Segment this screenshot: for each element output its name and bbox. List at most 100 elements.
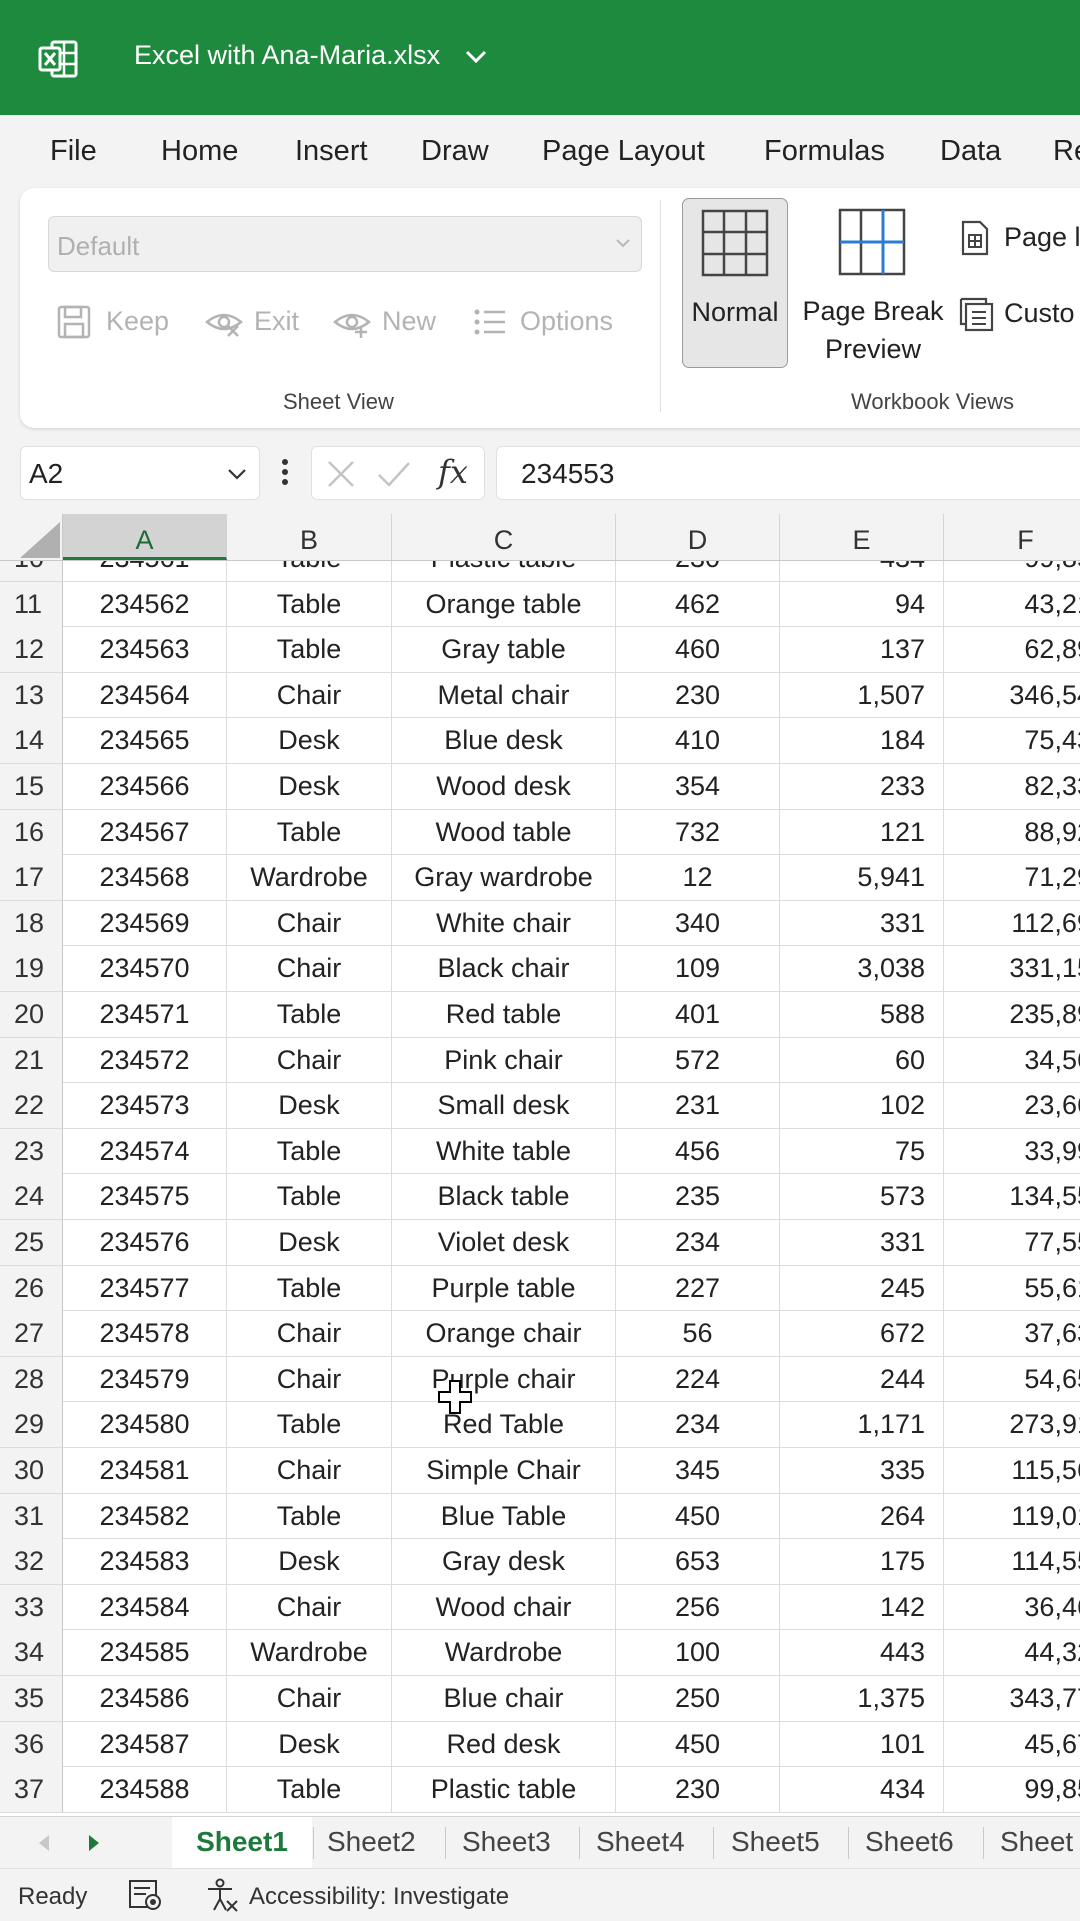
cell-d[interactable]: 235 (616, 1174, 780, 1220)
cell-d[interactable]: 109 (616, 946, 780, 992)
row-number[interactable]: 11 (0, 581, 63, 627)
cell-e[interactable]: 233 (780, 764, 944, 809)
cell-d[interactable]: 100 (616, 1630, 780, 1676)
cell-b[interactable]: Chair (227, 900, 392, 946)
cell-d[interactable]: 234 (616, 1220, 780, 1265)
cell-a[interactable]: 234562 (63, 581, 227, 627)
cell-b[interactable]: Desk (227, 764, 392, 809)
row-number[interactable]: 33 (0, 1584, 63, 1630)
cell-a[interactable]: 234584 (63, 1584, 227, 1630)
cell-d[interactable]: 227 (616, 1265, 780, 1311)
cell-f[interactable]: 71,290 (944, 855, 1080, 900)
row-number[interactable]: 18 (0, 900, 63, 946)
scroll-right-icon[interactable] (86, 1833, 102, 1853)
enter-check-icon[interactable] (376, 459, 412, 489)
tab-file[interactable]: File (50, 135, 97, 168)
cell-d[interactable]: 410 (616, 718, 780, 764)
cell-f[interactable]: 62,892 (944, 627, 1080, 672)
cell-a[interactable]: 234576 (63, 1220, 227, 1265)
cell-b[interactable]: Desk (227, 1539, 392, 1585)
column-header-f[interactable]: F (944, 514, 1080, 560)
options-button[interactable]: Options (472, 302, 642, 342)
tab-page-layout[interactable]: Page Layout (542, 135, 705, 168)
cell-b[interactable]: Desk (227, 1721, 392, 1767)
row-number[interactable]: 30 (0, 1448, 63, 1493)
cell-d[interactable]: 460 (616, 627, 780, 673)
row-number[interactable]: 32 (0, 1539, 63, 1585)
cell-b[interactable]: Table (227, 627, 392, 673)
cell-f[interactable]: 273,910 (944, 1402, 1080, 1447)
cell-e[interactable]: 1,375 (780, 1676, 944, 1721)
new-button[interactable]: New (332, 302, 462, 342)
cell-c[interactable]: Violet desk (392, 1220, 616, 1265)
cell-d[interactable]: 340 (616, 900, 780, 946)
cell-c[interactable]: Blue chair (392, 1676, 616, 1721)
tab-data[interactable]: Data (940, 135, 1001, 168)
tab-review[interactable]: Re (1053, 135, 1080, 168)
sheet-tab-6[interactable]: Sheet6 (865, 1817, 954, 1869)
sheet-tab-4[interactable]: Sheet4 (596, 1817, 685, 1869)
tab-formulas[interactable]: Formulas (764, 135, 885, 168)
column-header-b[interactable]: B (227, 514, 392, 560)
cell-a[interactable]: 234564 (63, 672, 227, 718)
sheet-tab-5[interactable]: Sheet5 (731, 1817, 820, 1869)
cell-e[interactable]: 573 (780, 1174, 944, 1220)
cell-f[interactable]: 44,321 (944, 1630, 1080, 1675)
row-number[interactable]: 35 (0, 1676, 63, 1721)
row-number[interactable]: 31 (0, 1493, 63, 1539)
cell-f[interactable]: 77,557 (944, 1220, 1080, 1265)
cell-b[interactable]: Chair (227, 672, 392, 718)
cell-b[interactable]: Table (227, 1265, 392, 1311)
column-header-c[interactable]: C (392, 514, 616, 560)
cell-d[interactable]: 230 (616, 1767, 780, 1813)
cell-e[interactable]: 331 (780, 1220, 944, 1265)
cell-f[interactable]: 112,690 (944, 901, 1080, 946)
cell-c[interactable]: Wood chair (392, 1584, 616, 1630)
cell-c[interactable]: Black table (392, 1174, 616, 1220)
cell-f[interactable]: 134,550 (944, 1174, 1080, 1219)
cell-d[interactable]: 401 (616, 992, 780, 1037)
tab-home[interactable]: Home (161, 135, 238, 168)
tab-insert[interactable]: Insert (295, 135, 368, 168)
cell-e[interactable]: 264 (780, 1493, 944, 1539)
cell-b[interactable]: Chair (227, 946, 392, 992)
cell-e[interactable]: 121 (780, 809, 944, 855)
cell-e[interactable]: 60 (780, 1037, 944, 1083)
accessibility-icon[interactable] (204, 1877, 240, 1913)
cell-b[interactable]: Table (227, 809, 392, 855)
cell-e[interactable]: 101 (780, 1721, 944, 1767)
select-all-corner[interactable] (0, 514, 63, 560)
cell-a[interactable]: 234579 (63, 1356, 227, 1402)
cell-a[interactable]: 234582 (63, 1493, 227, 1539)
cell-a[interactable]: 234567 (63, 809, 227, 855)
cell-a[interactable]: 234571 (63, 992, 227, 1037)
cell-c[interactable]: Orange table (392, 581, 616, 627)
cell-b[interactable]: Table (227, 1767, 392, 1813)
cell-e[interactable]: 588 (780, 992, 944, 1037)
cell-e[interactable]: 244 (780, 1356, 944, 1402)
more-options-icon[interactable] (277, 450, 293, 494)
cell-e[interactable]: 1,507 (780, 672, 944, 718)
cell-b[interactable]: Table (227, 1493, 392, 1539)
cell-c[interactable]: Purple chair (392, 1356, 616, 1402)
cell-b[interactable]: Wardrobe (227, 855, 392, 901)
cell-a[interactable]: 234583 (63, 1539, 227, 1585)
cell-f[interactable]: 55,615 (944, 1266, 1080, 1311)
row-number[interactable]: 34 (0, 1630, 63, 1676)
cell-f[interactable]: 54,656 (944, 1357, 1080, 1402)
row-number[interactable]: 20 (0, 992, 63, 1037)
cell-f[interactable]: 36,468 (944, 1585, 1080, 1630)
cell-c[interactable]: Purple table (392, 1265, 616, 1311)
cell-b[interactable]: Chair (227, 1311, 392, 1357)
cell-f[interactable]: 37,632 (944, 1311, 1080, 1356)
page-layout-view-button[interactable]: Page l (958, 218, 1080, 258)
custom-views-button[interactable]: Custo (958, 294, 1080, 334)
insert-function-icon[interactable]: fx (438, 453, 468, 491)
cell-b[interactable]: Chair (227, 1448, 392, 1493)
cell-f[interactable]: 346,544 (944, 673, 1080, 718)
cell-c[interactable]: Red desk (392, 1721, 616, 1767)
cell-b[interactable]: Table (227, 1402, 392, 1448)
keep-button[interactable]: Keep (56, 302, 196, 342)
name-box[interactable]: A2 (20, 446, 260, 500)
sheet-tab-7[interactable]: Sheet (1000, 1817, 1073, 1869)
